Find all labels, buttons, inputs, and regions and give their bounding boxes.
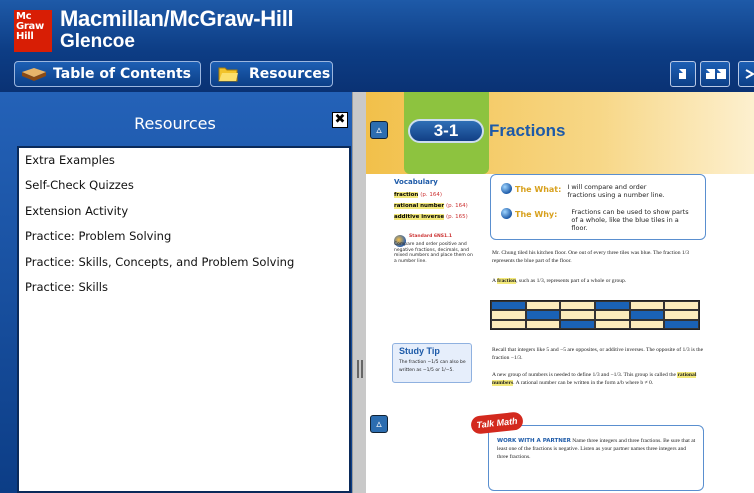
mcgraw-hill-logo: Mc Graw Hill — [14, 10, 52, 52]
floor-tile — [595, 319, 630, 329]
floor-tile — [629, 319, 665, 329]
what-why-box: The What: I will compare and order fract… — [490, 174, 706, 240]
list-item[interactable]: Extra Examples — [19, 148, 349, 173]
floor-tile — [491, 310, 526, 320]
list-item[interactable]: Extension Activity — [19, 199, 349, 224]
next-view-button[interactable] — [738, 61, 754, 87]
globe-icon — [501, 208, 512, 219]
paragraph-2: A fraction, such as 1/3, represents part… — [492, 278, 627, 284]
floor-tile — [595, 310, 630, 320]
two-page-icon — [706, 69, 726, 79]
brand-subtitle: Glencoe — [60, 31, 135, 52]
audio-icon[interactable]: ▵ — [370, 415, 388, 433]
study-tip-title: Study Tip — [399, 346, 440, 356]
vocab-term[interactable]: fraction (p. 164) — [394, 192, 442, 199]
talk-math-box: WORK WITH A PARTNER Name three integers … — [488, 425, 704, 491]
panel-splitter[interactable] — [352, 92, 366, 493]
floor-tile — [664, 319, 699, 329]
single-page-icon — [679, 69, 686, 79]
floor-tile — [560, 319, 595, 329]
paragraph-1: Mr. Chung tiled his kitchen floor. One o… — [492, 250, 690, 264]
table-of-contents-button[interactable]: Table of Contents — [14, 61, 201, 87]
floor-tile — [629, 301, 665, 311]
floor-tile — [629, 310, 665, 320]
resources-panel: Resources ✖ Extra Examples Self-Check Qu… — [0, 92, 366, 493]
floor-tile — [491, 301, 526, 311]
globe-icon — [501, 183, 512, 194]
lesson-title: Fractions — [489, 121, 566, 140]
two-page-view-button[interactable] — [700, 61, 730, 87]
standard-title: Standard 6NS1.1 — [409, 234, 453, 239]
floor-tile — [525, 301, 561, 311]
audio-icon[interactable]: ▵ — [370, 121, 388, 139]
what-row: The What: I will compare and order fract… — [501, 183, 675, 199]
resources-button[interactable]: Resources — [210, 61, 333, 87]
resources-label: Resources — [249, 66, 331, 82]
single-page-view-button[interactable] — [670, 61, 696, 87]
chevron-icon — [745, 69, 754, 79]
floor-tile — [560, 310, 595, 320]
list-item[interactable]: Practice: Skills — [19, 275, 349, 300]
vocab-term[interactable]: rational number (p. 164) — [394, 203, 468, 210]
list-item[interactable]: Practice: Skills, Concepts, and Problem … — [19, 250, 349, 275]
splitter-grip-icon[interactable] — [357, 360, 363, 378]
floor-tile — [525, 310, 561, 320]
close-icon[interactable]: ✖ — [332, 112, 348, 128]
brand-title: Macmillan/McGraw-Hill — [60, 6, 294, 31]
list-item[interactable]: Self-Check Quizzes — [19, 173, 349, 198]
floor-tile — [595, 301, 630, 311]
floor-tile — [560, 301, 595, 311]
textbook-page: ▵ 3-1 Fractions Vocabulary fraction (p. … — [366, 92, 754, 493]
resources-list: Extra Examples Self-Check Quizzes Extens… — [17, 146, 351, 493]
app-header: Mc Graw Hill Macmillan/McGraw-Hill Glencoe… — [0, 0, 754, 92]
floor-tile — [664, 310, 699, 320]
why-row: The Why: Fractions can be used to show p… — [501, 208, 691, 232]
paragraph-4: A new group of numbers is needed to defi… — [492, 372, 697, 386]
standard-text: Compare and order positive and negative … — [394, 242, 473, 264]
vocabulary-heading: Vocabulary — [394, 178, 438, 186]
vocab-term[interactable]: additive inverse (p. 165) — [394, 214, 468, 221]
paragraph-3: Recall that integers like 5 and −5 are o… — [492, 347, 704, 361]
talk-math-text: WORK WITH A PARTNER Name three integers … — [497, 438, 696, 460]
folder-icon — [218, 67, 238, 82]
floor-tile — [491, 319, 526, 329]
table-of-contents-label: Table of Contents — [53, 66, 192, 82]
floor-tile-grid — [490, 300, 700, 330]
lesson-number: 3-1 — [408, 119, 484, 143]
panel-title: Resources — [134, 114, 216, 133]
floor-tile — [525, 319, 561, 329]
open-book-icon — [22, 68, 46, 81]
list-item[interactable]: Practice: Problem Solving — [19, 224, 349, 249]
floor-tile — [664, 301, 699, 311]
study-tip-text: The fraction −1/5 can also be written as… — [399, 360, 466, 373]
study-tip-box: Study Tip The fraction −1/5 can also be … — [392, 343, 472, 383]
